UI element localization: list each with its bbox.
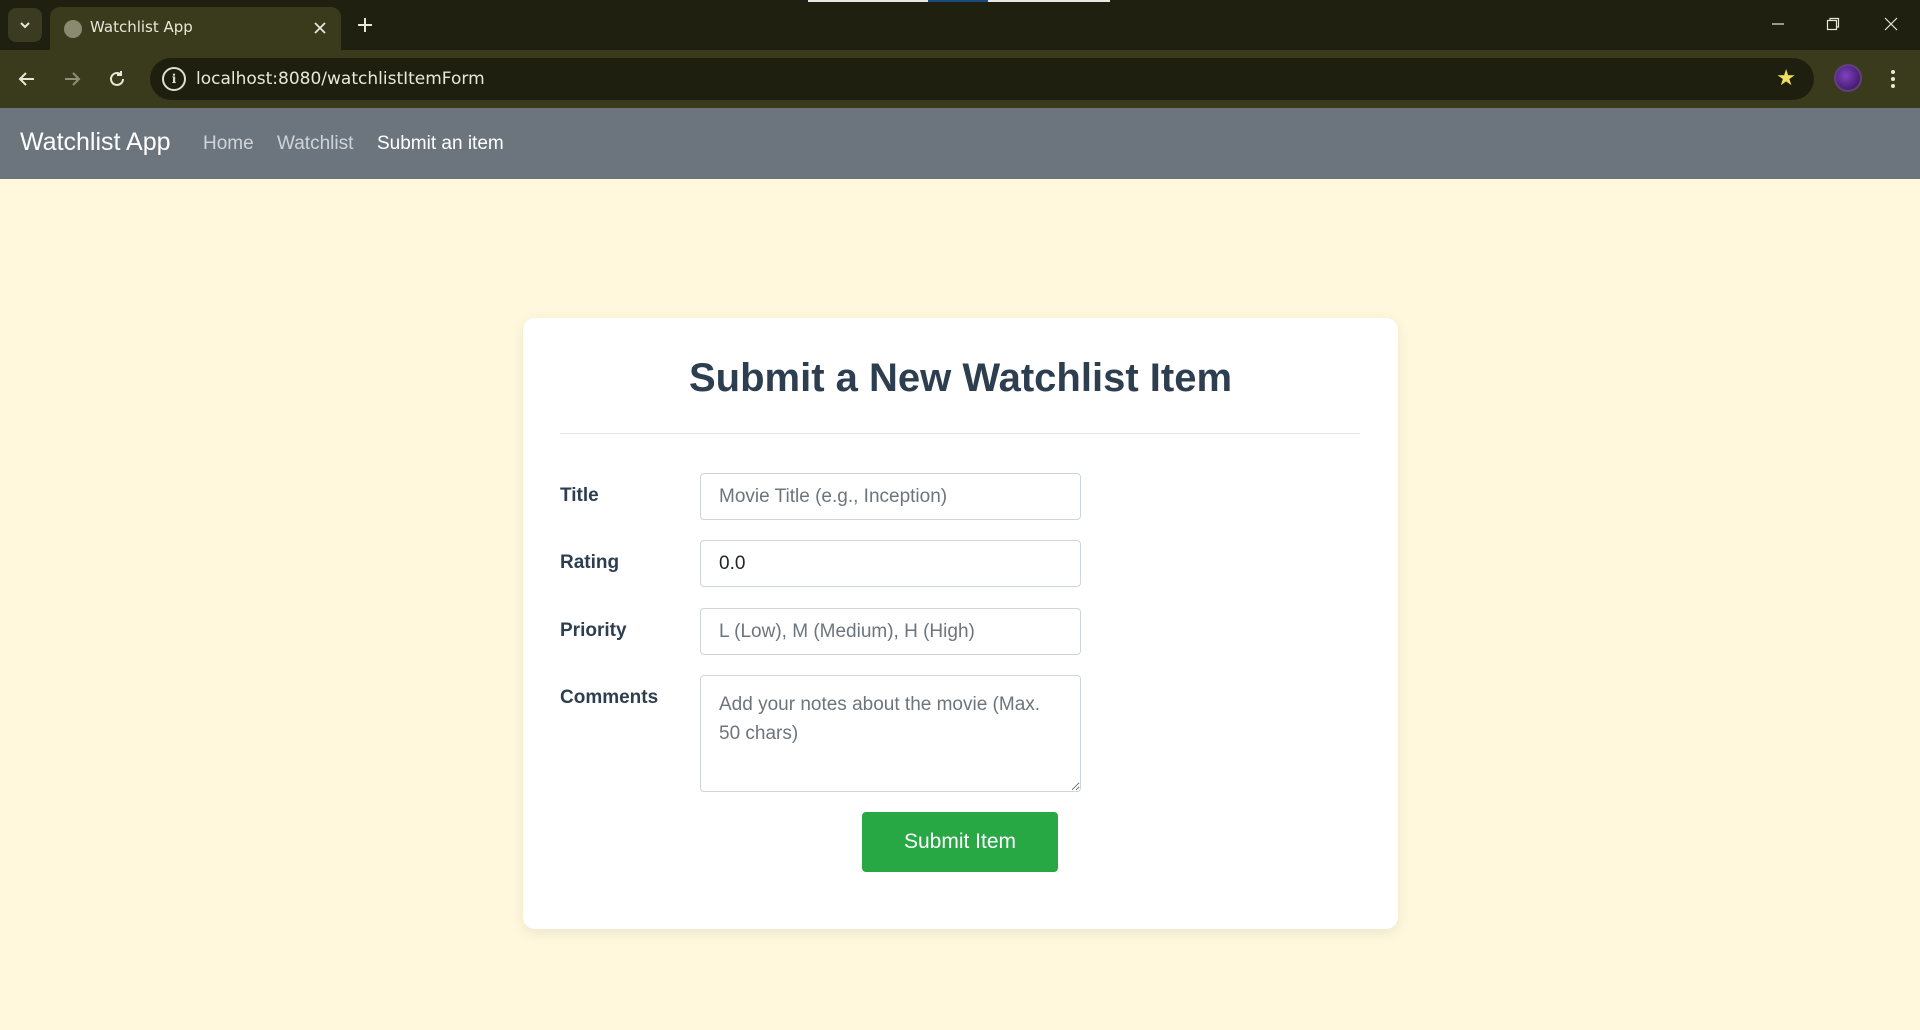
minimize-icon bbox=[1772, 23, 1784, 25]
arrow-right-icon bbox=[65, 72, 81, 86]
browser-tab[interactable]: Watchlist App bbox=[50, 7, 341, 50]
title-divider bbox=[560, 433, 1360, 434]
navbar-brand[interactable]: Watchlist App bbox=[20, 128, 171, 157]
tab-close-button[interactable] bbox=[308, 16, 332, 40]
submit-item-button[interactable]: Submit Item bbox=[862, 812, 1058, 872]
priority-label: Priority bbox=[560, 620, 627, 641]
comments-textarea[interactable] bbox=[700, 675, 1081, 792]
nav-link-watchlist[interactable]: Watchlist bbox=[277, 133, 353, 155]
comments-label: Comments bbox=[560, 687, 659, 708]
back-button[interactable] bbox=[10, 62, 44, 96]
chevron-down-icon bbox=[20, 22, 30, 29]
plus-icon bbox=[358, 18, 372, 32]
rating-label: Rating bbox=[560, 552, 620, 573]
close-icon bbox=[1884, 17, 1898, 31]
top-indicator-segment bbox=[928, 0, 988, 2]
form-card: Submit a New Watchlist Item Title Rating… bbox=[523, 318, 1398, 929]
forward-button[interactable] bbox=[55, 62, 89, 96]
globe-icon bbox=[64, 20, 82, 38]
reload-button[interactable] bbox=[100, 62, 134, 96]
address-bar[interactable]: i localhost:8080/watchlistItemForm ★ bbox=[150, 58, 1814, 100]
restore-icon bbox=[1826, 17, 1840, 31]
arrow-left-icon bbox=[18, 72, 34, 86]
close-window-button[interactable] bbox=[1871, 8, 1911, 40]
tab-search-button[interactable] bbox=[8, 8, 42, 42]
app-navbar: Watchlist App Home Watchlist Submit an i… bbox=[0, 108, 1920, 179]
rating-input[interactable] bbox=[700, 540, 1081, 587]
star-icon[interactable]: ★ bbox=[1776, 66, 1796, 91]
nav-link-home[interactable]: Home bbox=[203, 133, 254, 155]
close-icon bbox=[314, 22, 326, 34]
reload-icon bbox=[110, 71, 124, 86]
page-title: Submit a New Watchlist Item bbox=[688, 356, 1233, 400]
kebab-menu-icon bbox=[1891, 70, 1895, 88]
profile-avatar[interactable] bbox=[1834, 64, 1862, 92]
restore-button[interactable] bbox=[1813, 8, 1853, 40]
title-label: Title bbox=[560, 485, 599, 506]
browser-menu-button[interactable] bbox=[1878, 62, 1908, 96]
browser-tab-strip: Watchlist App bbox=[0, 0, 1920, 50]
nav-link-submit-item[interactable]: Submit an item bbox=[377, 133, 504, 155]
browser-toolbar: i localhost:8080/watchlistItemForm ★ bbox=[0, 50, 1920, 108]
title-input[interactable] bbox=[700, 473, 1081, 520]
priority-input[interactable] bbox=[700, 608, 1081, 655]
url-text[interactable]: localhost:8080/watchlistItemForm bbox=[196, 69, 485, 89]
minimize-button[interactable] bbox=[1758, 8, 1798, 40]
tab-title: Watchlist App bbox=[90, 18, 193, 36]
info-icon[interactable]: i bbox=[162, 67, 186, 91]
new-tab-button[interactable] bbox=[350, 10, 380, 40]
